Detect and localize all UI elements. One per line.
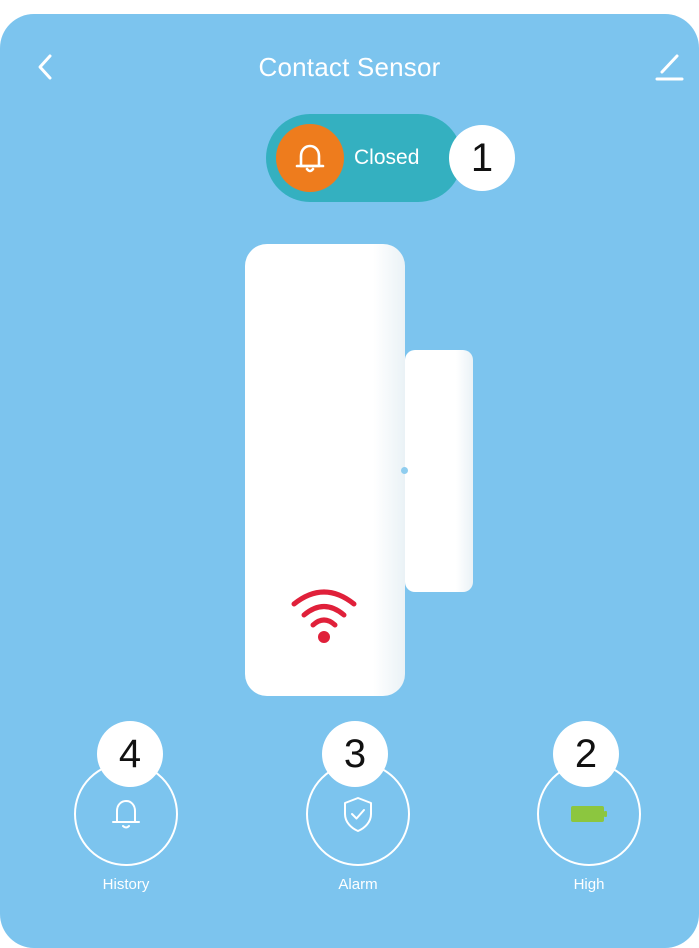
device-screen: Contact Sensor Closed 1 4 3 2 History Al…	[0, 14, 699, 948]
bell-icon	[276, 124, 344, 192]
battery-label: High	[573, 876, 605, 893]
wifi-icon	[286, 584, 362, 646]
callout-marker-4: 4	[97, 721, 163, 787]
status-label: Closed	[354, 146, 420, 169]
bell-icon	[112, 800, 140, 829]
shield-check-icon	[344, 797, 372, 832]
callout-marker-2: 2	[553, 721, 619, 787]
status-badge: Closed	[266, 114, 462, 202]
edit-pencil-icon	[655, 54, 684, 81]
history-label: History	[102, 876, 150, 893]
sensor-indicator-dot	[401, 467, 408, 474]
callout-marker-3: 3	[322, 721, 388, 787]
edit-button[interactable]	[651, 48, 685, 82]
page-title: Contact Sensor	[258, 52, 441, 82]
battery-icon	[571, 806, 607, 822]
alarm-label: Alarm	[338, 876, 378, 893]
header: Contact Sensor	[0, 14, 699, 114]
callout-marker-1: 1	[449, 125, 515, 191]
sensor-magnet	[405, 350, 473, 592]
